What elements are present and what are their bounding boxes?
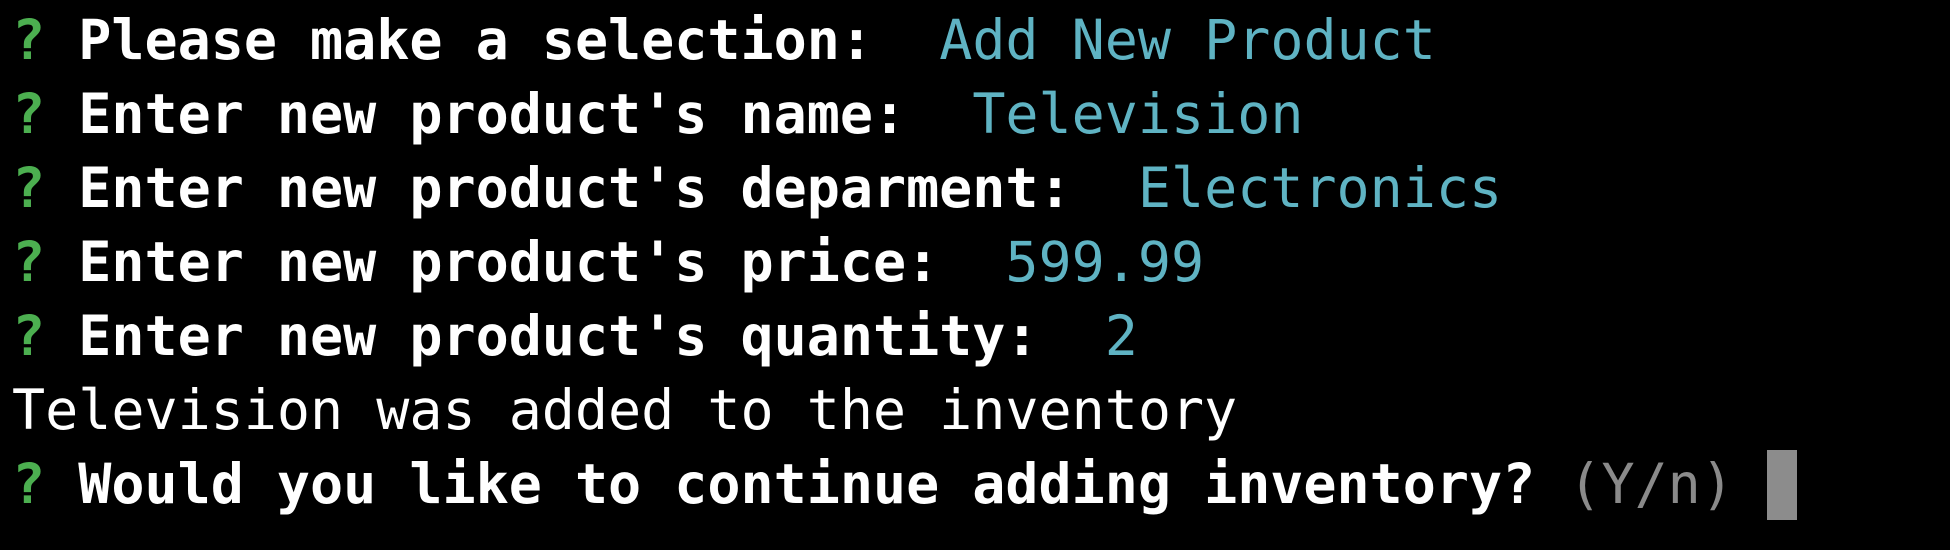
continuation-marker: [ [2,299,12,373]
text-cursor[interactable] [1767,449,1798,520]
answer-text: 599.99 [1005,230,1205,294]
question-mark-icon: ? [12,304,46,368]
terminal-line-selection: ? Please make a selection: Add New Produ… [0,3,1436,77]
question-mark-icon: ? [12,230,46,294]
terminal-line-continue-prompt[interactable]: ? Would you like to continue adding inve… [0,447,1798,521]
answer-text: Electronics [1137,156,1503,220]
terminal-line-product-department: [? Enter new product's deparment: Electr… [0,151,1502,225]
terminal-line-confirmation: Television was added to the inventory [0,373,1237,447]
terminal-line-product-quantity: [? Enter new product's quantity: 2 [0,299,1138,373]
prompt-text: Would you like to continue adding invent… [78,452,1536,516]
terminal-line-product-name: [? Enter new product's name: Television [0,77,1303,151]
prompt-text: Enter new product's deparment: [78,156,1072,220]
continuation-marker: [ [2,77,12,151]
yes-no-hint: (Y/n) [1568,452,1734,516]
answer-text: 2 [1104,304,1138,368]
prompt-text: Enter new product's price: [78,230,940,294]
terminal-window[interactable]: ? Please make a selection: Add New Produ… [0,0,1950,550]
terminal-line-product-price: [? Enter new product's price: 599.99 [0,225,1204,299]
prompt-text: Enter new product's name: [78,82,907,146]
continuation-marker: [ [2,151,12,225]
confirmation-message: Television was added to the inventory [12,378,1238,442]
answer-text: Television [972,82,1304,146]
prompt-text: Please make a selection: [78,8,873,72]
prompt-text: Enter new product's quantity: [78,304,1039,368]
continuation-marker: [ [2,225,12,299]
answer-text: Add New Product [939,8,1436,72]
question-mark-icon: ? [12,156,46,220]
question-mark-icon: ? [12,452,46,516]
question-mark-icon: ? [12,82,46,146]
question-mark-icon: ? [12,8,46,72]
